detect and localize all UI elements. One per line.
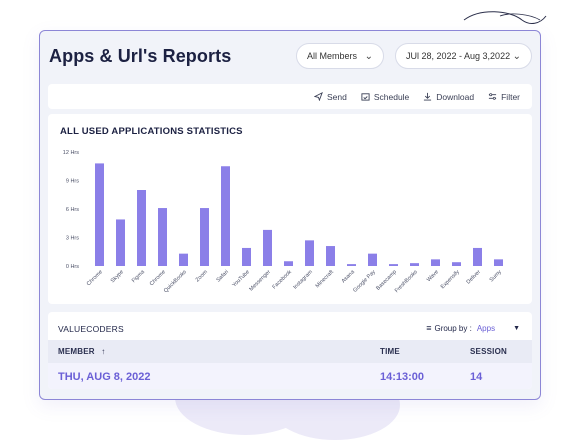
download-label: Download (436, 91, 475, 102)
group-by-label: Group by : (434, 323, 472, 333)
x-tick-label: FreshBooks (394, 269, 419, 294)
date-range-dropdown[interactable]: JUl 28, 2022 - Aug 3,2022 ⌄ (395, 43, 532, 69)
chart-bar[interactable] (431, 259, 440, 266)
schedule-label: Schedule (373, 91, 410, 102)
send-label: Send (326, 91, 347, 102)
table-header: MEMBER ↑ TIME SESSION (48, 340, 532, 363)
row-member: THU, AUG 8, 2022 (58, 371, 151, 383)
x-tick-label: Messenger (248, 269, 272, 293)
action-toolbar: Send Schedule Download Filter (48, 84, 532, 109)
chart-bar[interactable] (263, 229, 272, 266)
chart-bar[interactable] (179, 253, 188, 266)
chart-bar[interactable] (158, 208, 167, 266)
row-time: 14:13:00 (380, 371, 425, 383)
chart-bar[interactable] (473, 247, 482, 266)
x-tick-label: Minecraft (315, 269, 336, 290)
sort-arrow-icon: ↑ (101, 347, 106, 356)
x-tick-label: Safari (216, 269, 230, 283)
x-tick-label: Deliver (466, 269, 482, 285)
page-title: Apps & Url's Reports (49, 46, 232, 66)
filter-sliders-icon (489, 93, 497, 100)
download-button[interactable]: Download (423, 92, 474, 102)
chart-bar[interactable] (389, 264, 398, 266)
chart-bar[interactable] (305, 240, 314, 266)
chart-bar[interactable] (137, 190, 146, 266)
chart-bar[interactable] (410, 263, 419, 266)
x-tick-label: QuickBooks (163, 269, 188, 294)
x-tick-label: Figma (131, 269, 147, 285)
column-header-member[interactable]: MEMBER ↑ (58, 347, 105, 356)
group-by-value: Apps (476, 323, 496, 333)
x-tick-label: Zoom (195, 269, 209, 283)
y-tick-label: 0 Hrs (66, 264, 79, 270)
x-tick-label: Instagram (292, 269, 314, 291)
download-icon (424, 92, 432, 101)
members-dropdown[interactable]: All Members ⌄ (296, 43, 384, 69)
x-tick-label: Google Pay (352, 269, 377, 294)
chart-bar[interactable] (368, 253, 377, 266)
calendar-icon (361, 93, 370, 101)
schedule-button[interactable]: Schedule (361, 92, 409, 102)
filter-label: Filter (501, 91, 520, 102)
column-header-session: SESSION (470, 347, 507, 356)
chart-bar[interactable] (242, 247, 251, 266)
y-tick-label: 3 Hrs (66, 236, 79, 242)
member-table-panel: VALUECODERS ≡ Group by : Apps ▼ MEMBER ↑… (48, 312, 532, 389)
chart-bar[interactable] (347, 264, 356, 266)
report-card: Apps & Url's Reports All Members ⌄ JUl 2… (39, 30, 541, 400)
column-header-time: TIME (380, 347, 400, 356)
chevron-down-icon: ⌄ (364, 50, 373, 62)
x-tick-label: Facebook (272, 269, 293, 290)
send-button[interactable]: Send (313, 91, 347, 102)
bar-chart: 0 Hrs 3 Hrs 6 Hrs 9 Hrs 12 Hrs Chrome Skype Fig… (63, 150, 503, 294)
chart-panel: ALL USED APPLICATIONS STATISTICS 0 Hrs 3 … (48, 114, 532, 304)
y-tick-label: 12 Hrs (63, 150, 79, 156)
chart-bar[interactable] (284, 261, 293, 266)
x-tick-label: Expensify (440, 269, 461, 290)
chart-bar[interactable] (200, 208, 209, 266)
chart-bar[interactable] (494, 259, 503, 266)
filter-button[interactable]: Filter (488, 92, 520, 102)
members-dropdown-label: All Members (307, 51, 358, 61)
group-by-dropdown[interactable]: ≡ Group by : Apps ▼ (426, 323, 520, 333)
y-tick-label: 6 Hrs (66, 207, 79, 213)
x-tick-label: Chrome (86, 269, 104, 287)
date-range-label: JUl 28, 2022 - Aug 3,2022 (406, 51, 511, 61)
column-member-label: MEMBER (58, 347, 95, 356)
row-session: 14 (470, 371, 483, 383)
x-tick-label: Wave (426, 269, 440, 283)
send-icon (313, 92, 323, 101)
x-tick-label: Asana (341, 269, 357, 285)
x-tick-label: YouTube (231, 269, 251, 289)
caret-down-icon: ▼ (513, 324, 520, 332)
chart-bar[interactable] (326, 246, 335, 266)
table-row[interactable]: THU, AUG 8, 2022 14:13:00 14 (48, 363, 532, 389)
chart-bar[interactable] (116, 219, 125, 266)
x-tick-label: Sumy (489, 269, 503, 283)
x-tick-label: Skype (110, 269, 125, 284)
x-tick-label: Chrome (149, 269, 167, 287)
chart-bar[interactable] (221, 166, 230, 266)
chevron-down-icon: ⌄ (512, 50, 521, 62)
list-icon: ≡ (426, 323, 432, 333)
chart-bar[interactable] (95, 163, 104, 266)
table-panel-title: VALUECODERS (58, 324, 124, 334)
y-tick-label: 9 Hrs (66, 179, 79, 185)
chart-bar[interactable] (452, 262, 461, 266)
